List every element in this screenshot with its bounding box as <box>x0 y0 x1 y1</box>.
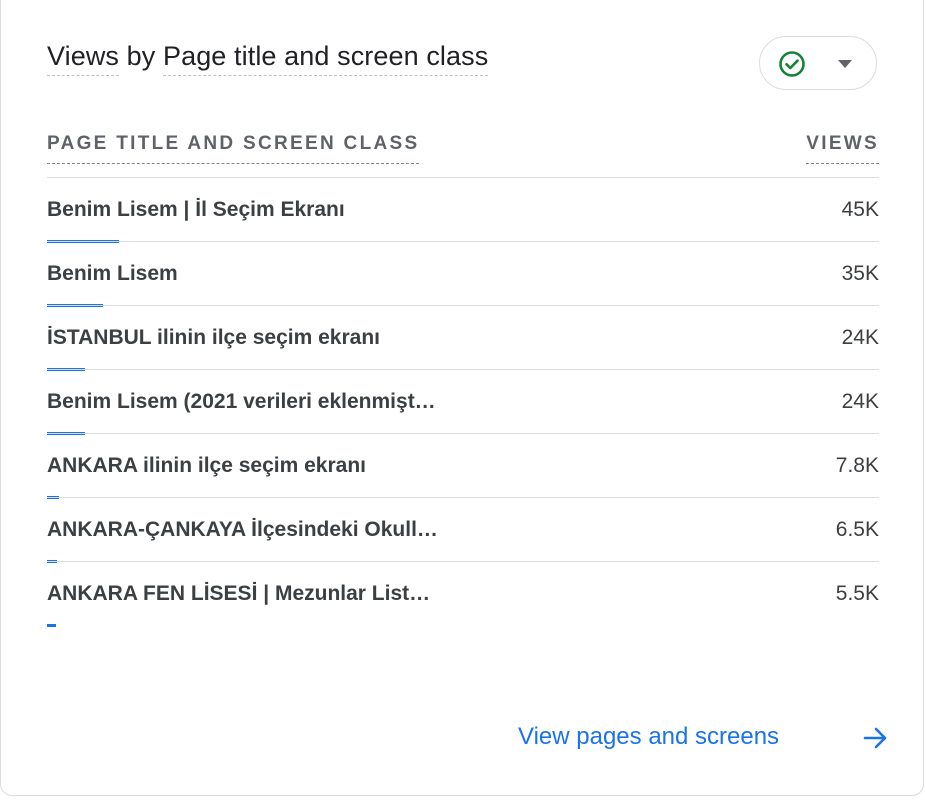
row-value: 5.5K <box>835 582 879 605</box>
table-body: Benim Lisem | İl Seçim Ekranı 45K Benim Li… <box>47 177 879 627</box>
table-row[interactable]: Benim Lisem (2021 verileri eklenmişt… 24K <box>47 369 879 435</box>
table-row[interactable]: ANKARA ilinin ilçe seçim ekranı 7.8K <box>47 433 879 499</box>
column-header-views[interactable]: VIEWS <box>806 133 879 164</box>
views-card: Views by Page title and screen class PAG… <box>0 0 924 796</box>
table-row[interactable]: Benim Lisem 35K <box>47 241 879 307</box>
arrow-right-icon[interactable] <box>863 726 889 750</box>
row-value: 7.8K <box>835 454 879 477</box>
row-value: 35K <box>841 262 879 285</box>
row-label: Benim Lisem <box>47 262 178 285</box>
row-label: ANKARA FEN LİSESİ | Mezunlar List… <box>47 582 431 605</box>
row-label: ANKARA-ÇANKAYA İlçesindeki Okull… <box>47 518 438 541</box>
title-connector: by <box>119 41 163 71</box>
table-row[interactable]: İSTANBUL ilinin ilçe seçim ekranı 24K <box>47 305 879 371</box>
table-header: PAGE TITLE AND SCREEN CLASS VIEWS <box>47 133 879 177</box>
row-value: 24K <box>841 326 879 349</box>
row-label: İSTANBUL ilinin ilçe seçim ekranı <box>47 326 380 349</box>
card-title: Views by Page title and screen class <box>47 41 489 76</box>
row-value: 24K <box>841 390 879 413</box>
row-value: 45K <box>841 198 879 221</box>
table-row[interactable]: Benim Lisem | İl Seçim Ekranı 45K <box>47 177 879 243</box>
check-circle-icon <box>779 51 805 77</box>
table-row[interactable]: ANKARA-ÇANKAYA İlçesindeki Okull… 6.5K <box>47 497 879 563</box>
metric-label[interactable]: Views <box>47 41 120 76</box>
column-header-page-title[interactable]: PAGE TITLE AND SCREEN CLASS <box>47 133 420 164</box>
table-row[interactable]: ANKARA FEN LİSESİ | Mezunlar List… 5.5K <box>47 561 879 627</box>
row-label: ANKARA ilinin ilçe seçim ekranı <box>47 454 366 477</box>
row-label: Benim Lisem | İl Seçim Ekranı <box>47 198 345 221</box>
view-pages-link[interactable]: View pages and screens <box>518 723 779 751</box>
status-dropdown-button[interactable] <box>759 36 877 90</box>
caret-down-icon <box>838 60 852 68</box>
row-label: Benim Lisem (2021 verileri eklenmişt… <box>47 390 436 413</box>
row-value: 6.5K <box>835 518 879 541</box>
dimension-label[interactable]: Page title and screen class <box>162 41 489 76</box>
row-bar <box>47 624 56 627</box>
